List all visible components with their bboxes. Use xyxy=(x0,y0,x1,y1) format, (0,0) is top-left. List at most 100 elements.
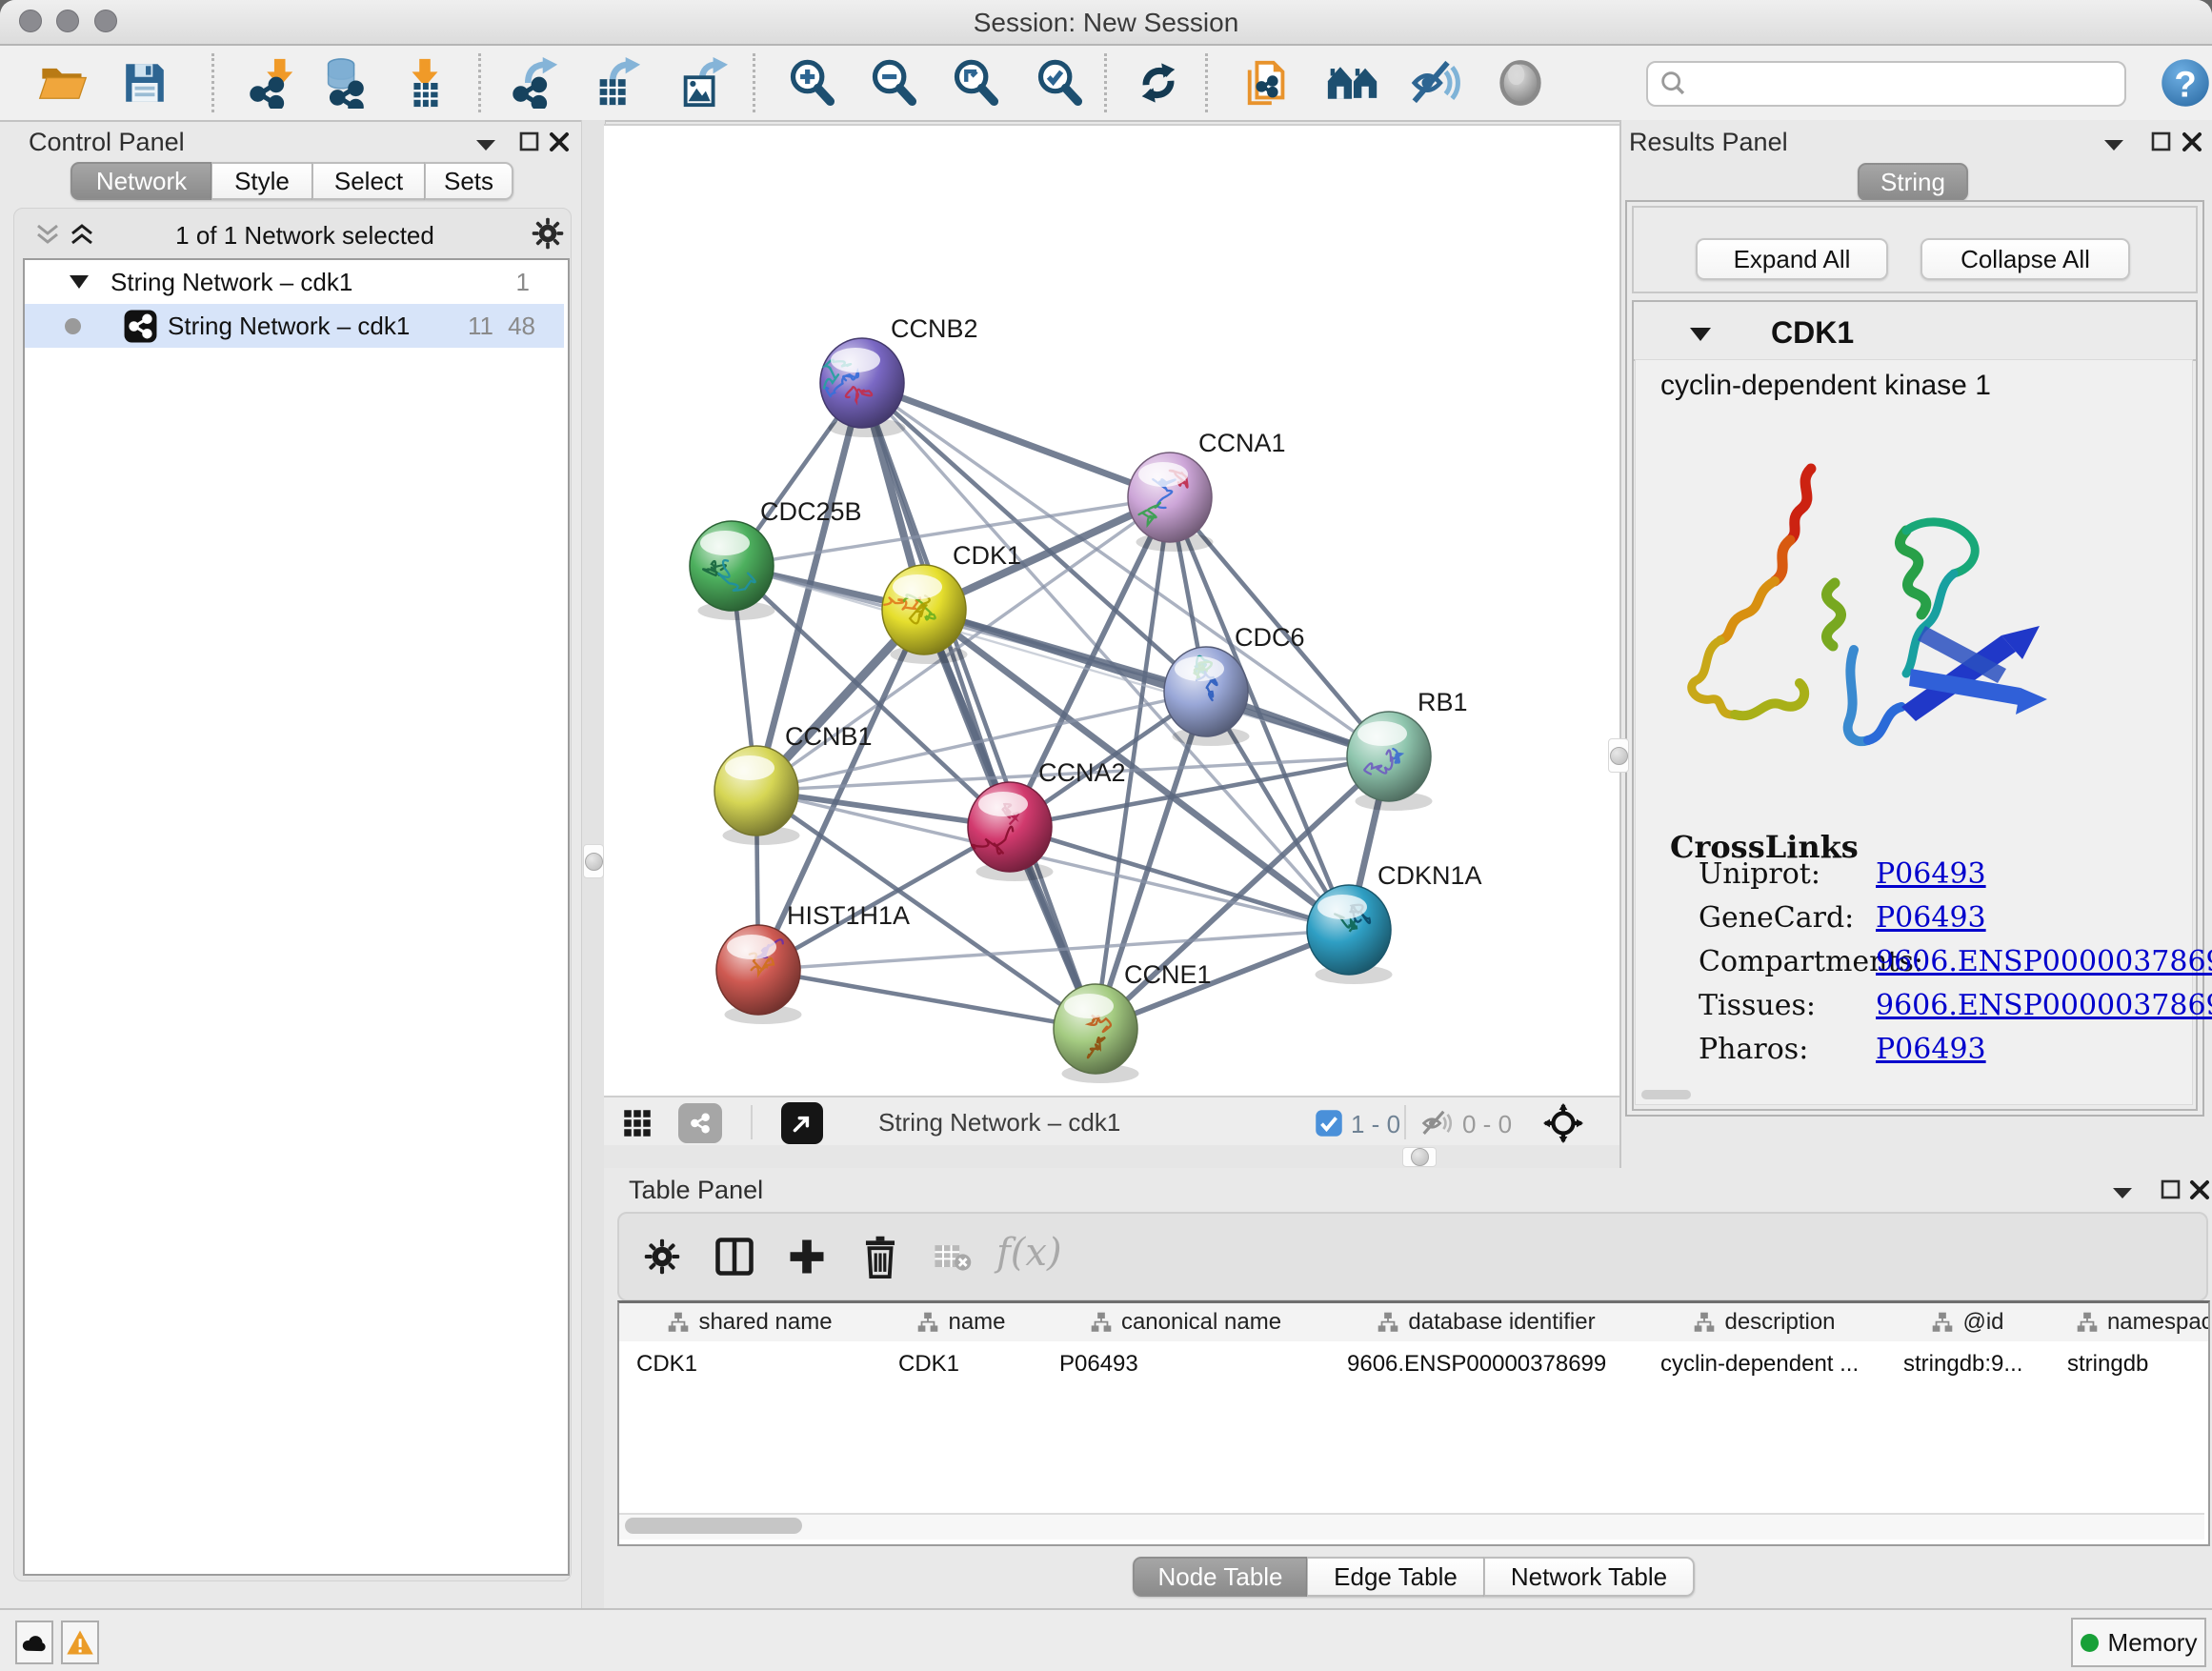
table-cell[interactable]: CDK1 xyxy=(619,1343,881,1385)
column-header--id[interactable]: @id xyxy=(1886,1303,2052,1341)
table-cell[interactable]: cyclin-dependent ... xyxy=(1643,1343,1886,1385)
crosslink-link[interactable]: P06493 xyxy=(1876,857,1986,891)
table-cell[interactable]: CDK1 xyxy=(881,1343,1042,1385)
float-panel-icon[interactable] xyxy=(2161,1179,2182,1200)
homes-icon xyxy=(1326,59,1379,107)
memory-button[interactable]: Memory xyxy=(2071,1618,2206,1667)
network-graph[interactable]: CCNB2CCNA1CDC25BCDK1CDC6RB1CCNB1CCNA2CDK… xyxy=(604,126,1619,1097)
column-header-database-identifier[interactable]: database identifier xyxy=(1330,1303,1645,1341)
warning-status-button[interactable] xyxy=(61,1621,99,1664)
crosslink-link[interactable]: 9606.ENSP00000378699 xyxy=(1876,945,2212,978)
node-CDC6[interactable]: CDC6 xyxy=(1164,623,1305,746)
tab-network[interactable]: Network xyxy=(70,162,211,200)
left-splitter-handle[interactable] xyxy=(583,844,604,878)
column-header-description[interactable]: description xyxy=(1643,1303,1888,1341)
apply-layout-button[interactable] xyxy=(1132,56,1185,110)
open-file-button[interactable] xyxy=(36,56,90,110)
cloud-status-button[interactable] xyxy=(15,1621,53,1664)
node-CCNA1[interactable]: CCNA1 xyxy=(1128,429,1286,552)
node-CDKN1A[interactable]: CDKN1A xyxy=(1307,861,1482,984)
table-options-gear-icon[interactable] xyxy=(644,1238,680,1275)
expand-all-button[interactable]: Expand All xyxy=(1696,238,1888,280)
import-table-button[interactable] xyxy=(398,56,452,110)
grid-view-icon[interactable] xyxy=(623,1109,652,1137)
table-hscrollbar[interactable] xyxy=(619,1513,2204,1540)
horizontal-splitter-handle[interactable] xyxy=(1402,1147,1437,1167)
tab-node-table[interactable]: Node Table xyxy=(1133,1557,1307,1597)
birdseye-button[interactable] xyxy=(1494,56,1547,110)
edge-HIST1H1A-CCNE1[interactable] xyxy=(758,970,1096,1029)
network-view-toggle-button[interactable] xyxy=(678,1103,722,1143)
tree-expand-icon[interactable] xyxy=(69,273,90,291)
network-canvas[interactable]: CCNB2CCNA1CDC25BCDK1CDC6RB1CCNB1CCNA2CDK… xyxy=(604,124,1619,1097)
node-RB1[interactable]: RB1 xyxy=(1347,688,1468,811)
eye-icon xyxy=(1496,58,1545,108)
export-image-button[interactable] xyxy=(675,56,729,110)
panel-menu-icon[interactable] xyxy=(2111,1185,2134,1200)
tab-style[interactable]: Style xyxy=(211,162,312,200)
save-session-button[interactable] xyxy=(118,56,171,110)
tab-edge-table[interactable]: Edge Table xyxy=(1307,1557,1484,1597)
close-panel-icon[interactable] xyxy=(2189,1179,2210,1200)
show-all-panels-button[interactable] xyxy=(1326,56,1379,110)
left-splitter[interactable] xyxy=(581,120,606,1608)
column-type-icon xyxy=(1932,1312,1953,1333)
search-input[interactable] xyxy=(1696,70,2124,98)
crosslink-link[interactable]: P06493 xyxy=(1876,901,1986,935)
tab-network-table[interactable]: Network Table xyxy=(1484,1557,1695,1597)
edge-CCNB2-CCNE1[interactable] xyxy=(862,383,1096,1029)
help-button[interactable]: ? xyxy=(2159,56,2212,110)
detach-view-button[interactable] xyxy=(781,1102,823,1144)
network-tree: String Network – cdk1 1 String Network –… xyxy=(23,258,570,1576)
show-columns-icon[interactable] xyxy=(714,1237,754,1277)
column-header-shared-name[interactable]: shared name xyxy=(619,1303,883,1341)
delete-column-trash-icon[interactable] xyxy=(859,1235,901,1278)
collapse-all-tree-icon[interactable] xyxy=(34,223,63,248)
table-cell[interactable]: P06493 xyxy=(1042,1343,1330,1385)
zoom-out-button[interactable] xyxy=(867,56,920,110)
tab-sets[interactable]: Sets xyxy=(425,162,513,200)
network-collection-row[interactable]: String Network – cdk1 1 xyxy=(25,260,564,304)
crosslink-link[interactable]: 9606.ENSP00000378699 xyxy=(1876,989,2212,1022)
panel-menu-icon[interactable] xyxy=(2102,137,2125,152)
zoom-selected-button[interactable] xyxy=(1033,56,1086,110)
edge-CCNB2-CCNA1[interactable] xyxy=(862,383,1170,497)
node-label-CCNA1: CCNA1 xyxy=(1198,429,1286,457)
expand-all-tree-icon[interactable] xyxy=(69,223,97,248)
crosslink-link[interactable]: P06493 xyxy=(1876,1033,1986,1066)
table-cell[interactable]: 9606.ENSP00000378699 xyxy=(1330,1343,1643,1385)
export-table-button[interactable] xyxy=(590,56,643,110)
horizontal-splitter[interactable] xyxy=(604,1145,1619,1168)
column-header-namespace[interactable]: namespace xyxy=(2050,1303,2210,1341)
float-panel-icon[interactable] xyxy=(2151,131,2172,152)
import-network-file-button[interactable] xyxy=(246,56,299,110)
right-splitter-handle[interactable] xyxy=(1608,738,1629,773)
collapse-all-button[interactable]: Collapse All xyxy=(1920,238,2130,280)
column-header-name[interactable]: name xyxy=(881,1303,1044,1341)
zoom-fit-button[interactable] xyxy=(949,56,1002,110)
table-cell[interactable]: stringdb xyxy=(2050,1343,2210,1385)
panel-menu-icon[interactable] xyxy=(474,137,497,152)
add-column-icon[interactable] xyxy=(787,1237,827,1277)
selected-checkbox-icon[interactable] xyxy=(1315,1109,1343,1137)
import-network-database-button[interactable] xyxy=(316,56,370,110)
close-panel-icon[interactable] xyxy=(549,131,570,152)
export-network-button[interactable] xyxy=(509,56,562,110)
tab-select[interactable]: Select xyxy=(312,162,425,200)
network-row-selected[interactable]: String Network – cdk1 11 48 xyxy=(25,304,564,348)
zoom-in-button[interactable] xyxy=(785,56,838,110)
table-cell[interactable]: stringdb:9... xyxy=(1886,1343,2050,1385)
section-collapse-icon[interactable] xyxy=(1689,326,1712,342)
hide-panels-button[interactable] xyxy=(1408,56,1461,110)
table-hscrollbar-thumb[interactable] xyxy=(625,1518,802,1534)
column-header-canonical-name[interactable]: canonical name xyxy=(1042,1303,1332,1341)
float-panel-icon[interactable] xyxy=(519,131,540,152)
network-options-gear-icon[interactable] xyxy=(532,217,564,250)
clone-network-button[interactable] xyxy=(1241,56,1295,110)
birdseye-crosshair-icon[interactable] xyxy=(1543,1103,1583,1143)
zoom-fit-icon xyxy=(951,58,1000,108)
node-CCNB1[interactable]: CCNB1 xyxy=(714,722,873,845)
section-hscrollbar[interactable] xyxy=(1641,1090,1691,1099)
tab-string[interactable]: String xyxy=(1858,163,1968,201)
close-panel-icon[interactable] xyxy=(2182,131,2202,152)
